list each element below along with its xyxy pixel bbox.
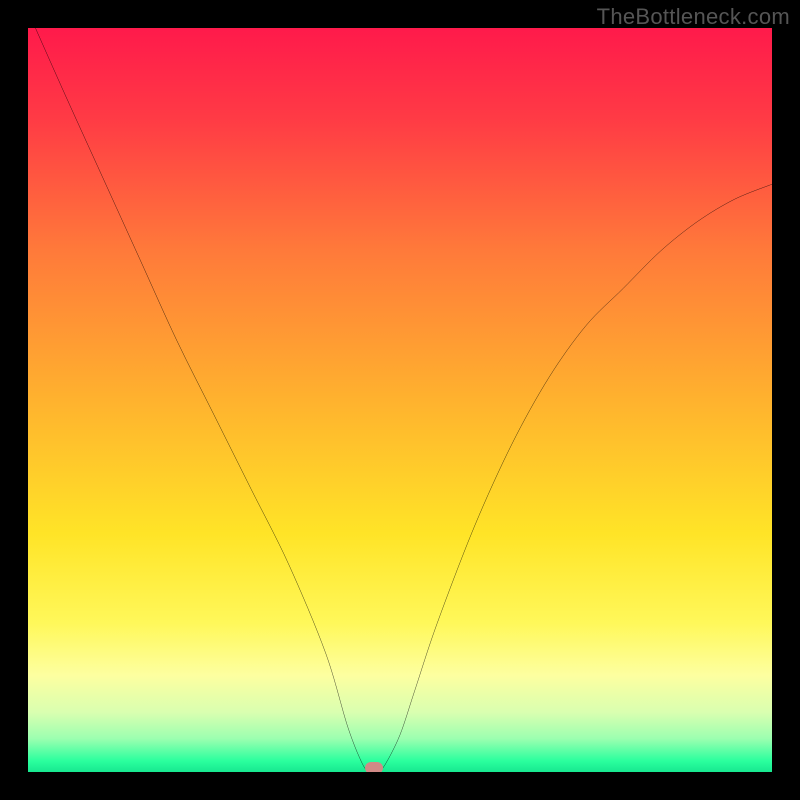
plot-area	[28, 28, 772, 772]
watermark-text: TheBottleneck.com	[597, 4, 790, 30]
curve-layer	[28, 28, 772, 772]
minimum-marker	[365, 762, 383, 772]
chart-frame: TheBottleneck.com	[0, 0, 800, 800]
bottleneck-curve	[35, 28, 772, 772]
